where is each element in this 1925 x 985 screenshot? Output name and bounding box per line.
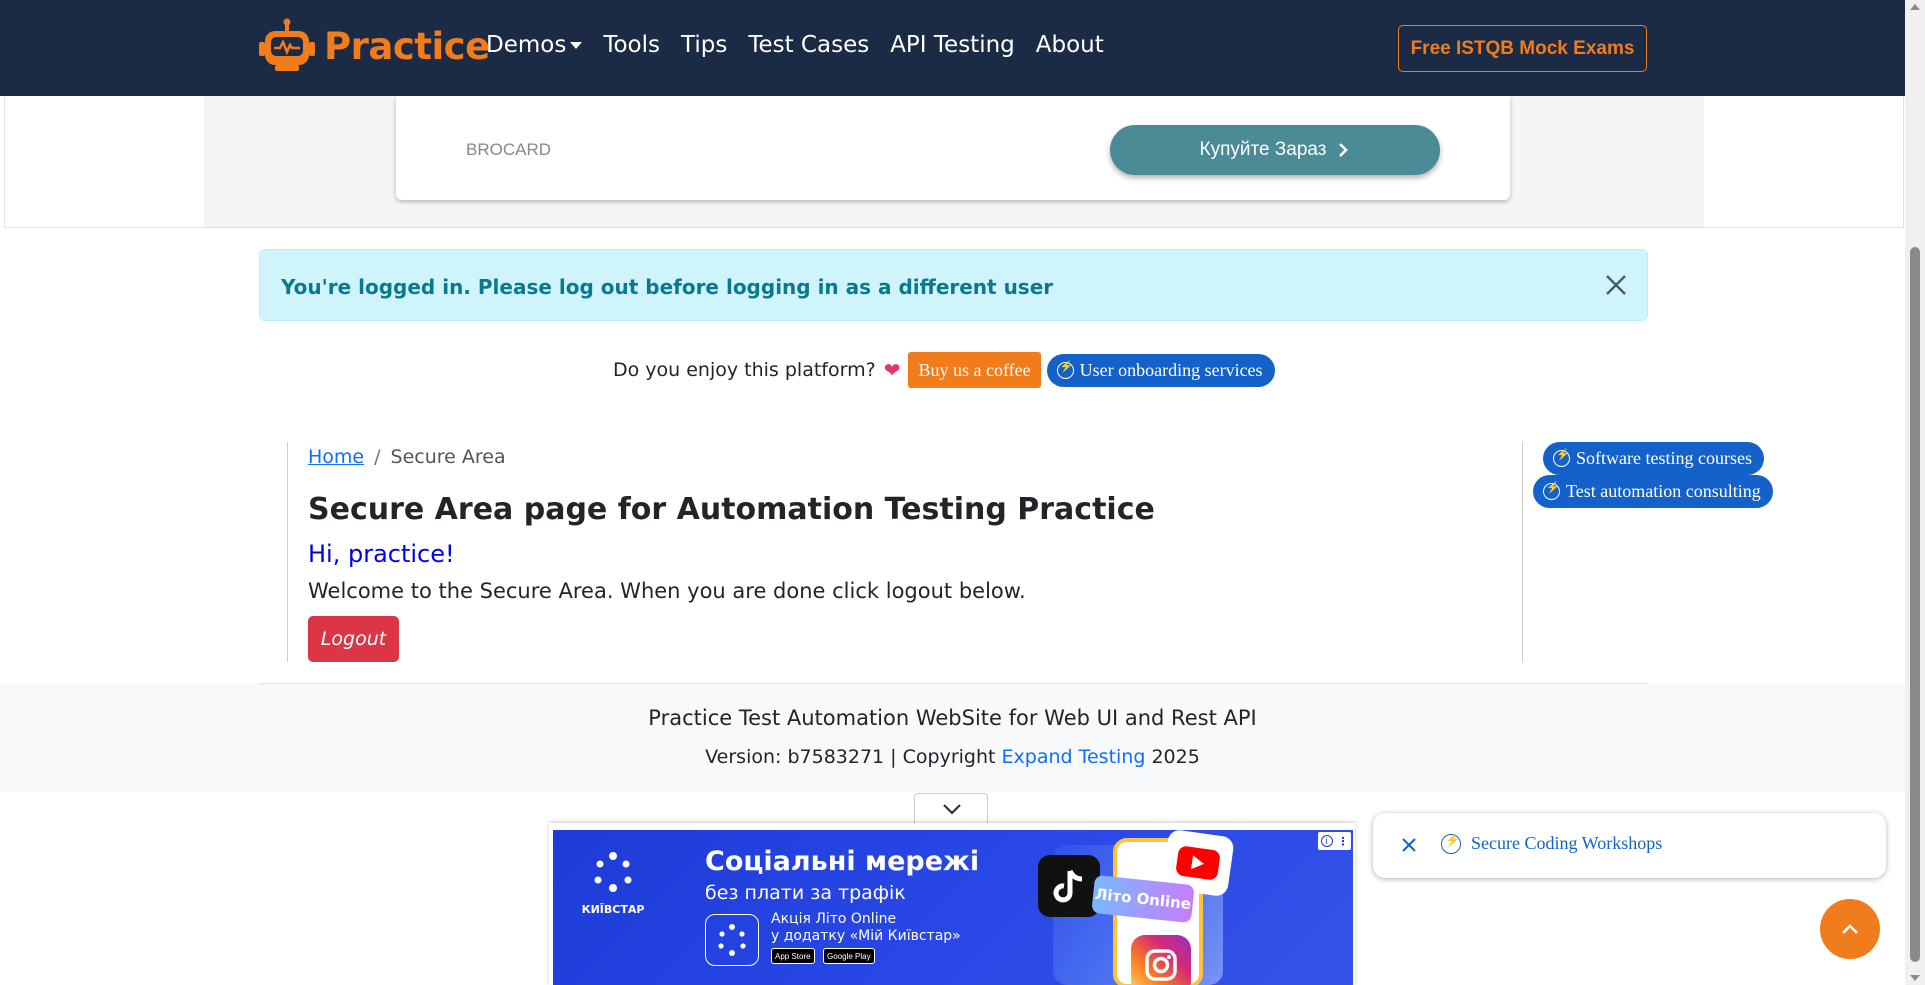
ad-promo-line2: у додатку «Мій Київстар» xyxy=(771,928,961,944)
caret-down-icon xyxy=(570,42,583,49)
welcome-message: Welcome to the Secure Area. When you are… xyxy=(308,579,1026,603)
breadcrumb: Home / Secure Area xyxy=(308,446,506,468)
bolt-icon xyxy=(1543,481,1560,500)
secure-coding-workshops-label: Secure Coding Workshops xyxy=(1471,833,1663,853)
ad-buy-now-button[interactable]: Купуйте Зараз xyxy=(1110,125,1440,175)
ad-headline: Соціальні мережі xyxy=(705,846,980,877)
test-automation-consulting-link[interactable]: Test automation consulting xyxy=(1533,475,1773,508)
page-title: Secure Area page for Automation Testing … xyxy=(308,492,1155,527)
heart-icon: ❤ xyxy=(883,359,901,382)
main-nav: Demos Tools Tips Test Cases API Testing … xyxy=(486,32,1125,58)
ad-subheadline: без плати за трафік xyxy=(705,882,906,904)
kyivstar-brand: КИЇВСТАР xyxy=(581,903,645,916)
instagram-camera-icon xyxy=(1145,949,1177,981)
scroll-up-arrow-icon[interactable] xyxy=(1910,4,1920,10)
chevron-down-icon xyxy=(943,804,961,815)
kyivstar-mini-star-icon xyxy=(718,924,746,956)
close-icon[interactable] xyxy=(1603,272,1629,298)
more-vertical-icon[interactable]: ⋮ xyxy=(1338,835,1349,848)
bolt-icon xyxy=(1553,448,1570,467)
footer-year: 2025 xyxy=(1145,746,1200,768)
ad-buy-now-label: Купуйте Зараз xyxy=(1199,139,1327,160)
greeting: Hi, practice! xyxy=(308,540,455,568)
page-scrollbar[interactable] xyxy=(1905,0,1925,985)
robot-logo-icon xyxy=(259,18,315,71)
bolt-icon xyxy=(1056,360,1074,379)
tiktok-note-icon xyxy=(1053,869,1083,903)
top-navbar: Practice Demos Tools Tips Test Cases API… xyxy=(0,0,1905,96)
footer-version-text: Version: b7583271 | Copyright xyxy=(705,746,1002,768)
floating-promo-popup: Secure Coding Workshops xyxy=(1373,813,1886,878)
breadcrumb-current: Secure Area xyxy=(390,446,506,468)
instagram-icon xyxy=(1131,935,1191,985)
footer-version: Version: b7583271 | Copyright Expand Tes… xyxy=(0,746,1905,768)
scrollbar-thumb[interactable] xyxy=(1910,247,1920,962)
bottom-ad-banner[interactable]: КИЇВСТАР Соціальні мережі без плати за т… xyxy=(553,830,1353,985)
chevron-up-icon xyxy=(1842,924,1858,934)
play-icon xyxy=(1191,855,1205,871)
bolt-icon xyxy=(1441,833,1461,854)
nav-demos-label: Demos xyxy=(486,32,567,58)
ad-brand-name: BROCARD xyxy=(466,140,552,159)
support-row: Do you enjoy this platform? ❤ Buy us a c… xyxy=(613,352,1275,388)
support-question: Do you enjoy this platform? xyxy=(613,359,876,381)
nav-test-cases[interactable]: Test Cases xyxy=(748,32,869,58)
chevron-right-icon xyxy=(1339,143,1349,157)
alert-message: You're logged in. Please log out before … xyxy=(281,275,1054,299)
nav-tools[interactable]: Tools xyxy=(603,32,660,58)
kyivstar-logo: КИЇВСТАР xyxy=(575,850,651,916)
ad-collapse-tab[interactable] xyxy=(914,793,988,823)
brand-link[interactable]: Practice xyxy=(258,18,490,74)
nav-api-testing[interactable]: API Testing xyxy=(890,32,1015,58)
top-ad-card[interactable]: BROCARD Купуйте Зараз xyxy=(396,96,1510,200)
footer-title: Practice Test Automation WebSite for Web… xyxy=(648,706,1257,730)
main-content: Home / Secure Area Secure Area page for Au… xyxy=(287,442,1523,662)
software-testing-courses-link[interactable]: Software testing courses xyxy=(1543,442,1764,475)
expand-testing-link[interactable]: Expand Testing xyxy=(1002,746,1146,768)
info-icon: i xyxy=(1320,835,1333,847)
footer: Practice Test Automation WebSite for Web… xyxy=(0,684,1905,791)
nav-demos[interactable]: Demos xyxy=(486,32,583,58)
test-automation-consulting-label: Test automation consulting xyxy=(1566,481,1761,501)
logout-button[interactable]: Logout xyxy=(308,616,399,662)
ad-choices[interactable]: i ⋮ xyxy=(1318,832,1351,850)
nav-tips[interactable]: Tips xyxy=(681,32,727,58)
user-onboarding-label: User onboarding services xyxy=(1079,359,1263,380)
breadcrumb-home-link[interactable]: Home xyxy=(308,446,364,468)
buy-coffee-button[interactable]: Buy us a coffee xyxy=(908,352,1041,388)
google-play-badge: Google Play xyxy=(823,948,875,964)
ad-promo-line1: Акція Літо Online xyxy=(771,911,897,927)
secure-coding-workshops-link[interactable]: Secure Coding Workshops xyxy=(1441,833,1662,854)
logged-in-alert: You're logged in. Please log out before … xyxy=(259,249,1648,321)
breadcrumb-separator: / xyxy=(374,446,381,468)
tiktok-icon xyxy=(1038,855,1100,917)
kyivstar-star-icon xyxy=(594,852,632,892)
close-icon[interactable] xyxy=(1401,837,1417,853)
scroll-to-top-button[interactable] xyxy=(1820,899,1880,959)
youtube-red-play xyxy=(1175,845,1221,881)
nav-about[interactable]: About xyxy=(1036,32,1104,58)
app-store-badge: App Store xyxy=(771,948,815,964)
software-testing-courses-label: Software testing courses xyxy=(1576,448,1752,468)
brand-name: Practice xyxy=(324,24,490,68)
kyivstar-app-icon xyxy=(705,914,759,966)
scroll-down-arrow-icon[interactable] xyxy=(1910,975,1920,981)
user-onboarding-link[interactable]: User onboarding services xyxy=(1046,353,1275,387)
istqb-mock-exams-button[interactable]: Free ISTQB Mock Exams xyxy=(1398,25,1647,72)
